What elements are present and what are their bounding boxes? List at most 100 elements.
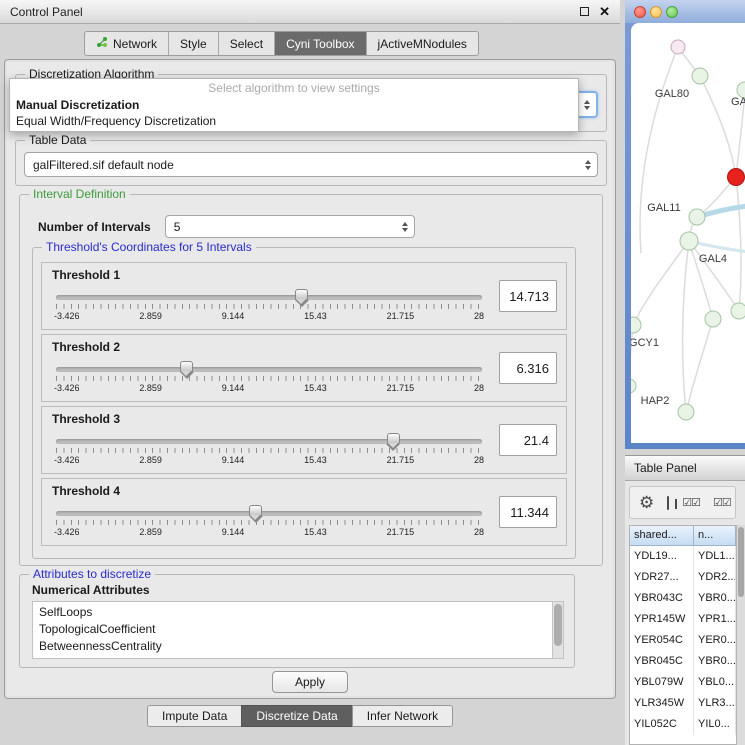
table-cell[interactable]: YLR345W: [630, 693, 694, 714]
slider-thumb[interactable]: [387, 433, 400, 444]
table-row[interactable]: YLR345W YLR3...: [630, 693, 736, 714]
threshold-slider[interactable]: -3.426 2.859 9.144 15.43 21.715 28: [54, 503, 484, 543]
slider-thumb[interactable]: [180, 361, 193, 372]
table-row[interactable]: YIL052C YIL0...: [630, 714, 736, 735]
slider-scale: -3.426 2.859 9.144 15.43 21.715 28: [54, 383, 484, 393]
tab-discretize-data[interactable]: Discretize Data: [241, 705, 352, 727]
slider-thumb[interactable]: [295, 289, 308, 300]
tab-cyni-toolbox[interactable]: Cyni Toolbox: [274, 32, 365, 55]
table-data-combobox[interactable]: galFiltered.sif default node: [24, 152, 598, 177]
threshold-value-field[interactable]: 6.316: [499, 352, 557, 384]
tab-jactivemnodules[interactable]: jActiveMNodules: [366, 32, 478, 55]
threshold-label: Threshold 4: [52, 484, 120, 498]
slider-scale: -3.426 2.859 9.144 15.43 21.715 28: [54, 455, 484, 465]
table-cell[interactable]: YPR1...: [694, 609, 736, 630]
table-panel-toolbar: ⚙ ☑☑ ☑☑: [629, 486, 736, 519]
table-cell[interactable]: YDR2...: [694, 567, 736, 588]
tab-style[interactable]: Style: [168, 32, 218, 55]
threshold-value-field[interactable]: 21.4: [499, 424, 557, 456]
table-row[interactable]: YDL19... YDL1...: [630, 546, 736, 567]
table-cell[interactable]: YLR3...: [694, 693, 736, 714]
column-header[interactable]: shared...: [630, 526, 694, 546]
threshold-value-field[interactable]: 11.344: [499, 496, 557, 528]
table-row[interactable]: YDR27... YDR2...: [630, 567, 736, 588]
network-canvas[interactable]: GAL80 GAL11 GAL4 GCY1 HAP2 GA: [631, 23, 745, 443]
list-item[interactable]: TopologicalCoefficient: [39, 621, 563, 638]
number-of-intervals-combobox[interactable]: 5: [165, 215, 415, 238]
column-browser-icon[interactable]: [667, 496, 669, 510]
scale-tick-label: 21.715: [387, 311, 415, 321]
table-row[interactable]: YER054C YER0...: [630, 630, 736, 651]
list-item[interactable]: SelfLoops: [39, 604, 563, 621]
network-node[interactable]: [631, 379, 636, 393]
network-node[interactable]: [678, 404, 694, 420]
network-node[interactable]: [705, 311, 721, 327]
threshold-slider[interactable]: -3.426 2.859 9.144 15.43 21.715 28: [54, 359, 484, 399]
table-cell[interactable]: YBL0...: [694, 672, 736, 693]
table-cell[interactable]: YDL19...: [630, 546, 694, 567]
tab-select[interactable]: Select: [218, 32, 274, 55]
scale-tick-label: 9.144: [222, 383, 245, 393]
bottom-tab-bar: Impute Data Discretize Data Infer Networ…: [147, 705, 453, 727]
list-scrollbar[interactable]: [552, 602, 563, 658]
list-item[interactable]: BetweennessCentrality: [39, 638, 563, 655]
combo-arrows-icon: [402, 222, 408, 232]
network-node[interactable]: [680, 232, 698, 250]
group-title: Table Data: [25, 133, 90, 147]
table-row[interactable]: YBR043C YBR0...: [630, 588, 736, 609]
table-cell[interactable]: YBR045C: [630, 651, 694, 672]
float-window-icon[interactable]: [580, 7, 589, 16]
dropdown-option-equal-width[interactable]: Equal Width/Frequency Discretization: [10, 113, 578, 129]
table-cell[interactable]: YPR145W: [630, 609, 694, 630]
tab-infer-network[interactable]: Infer Network: [352, 705, 453, 727]
gear-icon[interactable]: ⚙: [639, 494, 654, 511]
scrollbar-thumb[interactable]: [554, 604, 562, 646]
scrollbar-thumb[interactable]: [738, 527, 744, 597]
slider-thumb[interactable]: [249, 505, 262, 516]
close-traffic-light[interactable]: [634, 6, 646, 18]
threshold-slider[interactable]: -3.426 2.859 9.144 15.43 21.715 28: [54, 287, 484, 327]
attributes-list: SelfLoops TopologicalCoefficient Between…: [32, 601, 564, 659]
tab-impute-data[interactable]: Impute Data: [147, 705, 242, 727]
numerical-attributes-label: Numerical Attributes: [32, 583, 150, 597]
tab-network[interactable]: Network: [85, 32, 168, 55]
table-row[interactable]: YBL079W YBL0...: [630, 672, 736, 693]
table-cell[interactable]: YDL1...: [694, 546, 736, 567]
table-cell[interactable]: YIL052C: [630, 714, 694, 735]
table-cell[interactable]: YBR0...: [694, 651, 736, 672]
table-cell[interactable]: YBL079W: [630, 672, 694, 693]
number-of-intervals-row: Number of Intervals 5: [38, 215, 415, 238]
threshold-value-field[interactable]: 14.713: [499, 280, 557, 312]
table-cell[interactable]: YBR043C: [630, 588, 694, 609]
table-row[interactable]: YBR045C YBR0...: [630, 651, 736, 672]
table-cell[interactable]: YER054C: [630, 630, 694, 651]
network-node[interactable]: [731, 303, 745, 319]
network-node[interactable]: [689, 209, 705, 225]
column-header[interactable]: n...: [694, 526, 736, 546]
table-scrollbar[interactable]: [736, 525, 745, 745]
network-node[interactable]: [631, 317, 641, 333]
select-columns-icon[interactable]: ☑☑: [682, 496, 700, 509]
network-node[interactable]: [671, 40, 685, 54]
table-cell[interactable]: YDR27...: [630, 567, 694, 588]
slider-track[interactable]: [56, 367, 482, 372]
zoom-traffic-light[interactable]: [666, 6, 678, 18]
select-all-icon[interactable]: ☑☑: [713, 496, 731, 509]
slider-track[interactable]: [56, 439, 482, 444]
table-row[interactable]: YPR145W YPR1...: [630, 609, 736, 630]
network-node-selected[interactable]: [728, 169, 745, 186]
threshold-slider[interactable]: -3.426 2.859 9.144 15.43 21.715 28: [54, 431, 484, 471]
slider-track[interactable]: [56, 511, 482, 516]
close-icon[interactable]: ✕: [599, 5, 610, 18]
table-cell[interactable]: YBR0...: [694, 588, 736, 609]
slider-track[interactable]: [56, 295, 482, 300]
node-label-partial: GA: [731, 96, 745, 108]
network-node[interactable]: [692, 68, 708, 84]
dropdown-option-manual[interactable]: Manual Discretization: [10, 97, 578, 113]
table-cell[interactable]: YIL0...: [694, 714, 736, 735]
apply-button[interactable]: Apply: [272, 671, 348, 693]
cyni-toolbox-panel: Discretization Algorithm Select algorith…: [4, 59, 616, 699]
minimize-traffic-light[interactable]: [650, 6, 662, 18]
table-cell[interactable]: YER0...: [694, 630, 736, 651]
scale-tick-label: -3.426: [54, 527, 80, 537]
